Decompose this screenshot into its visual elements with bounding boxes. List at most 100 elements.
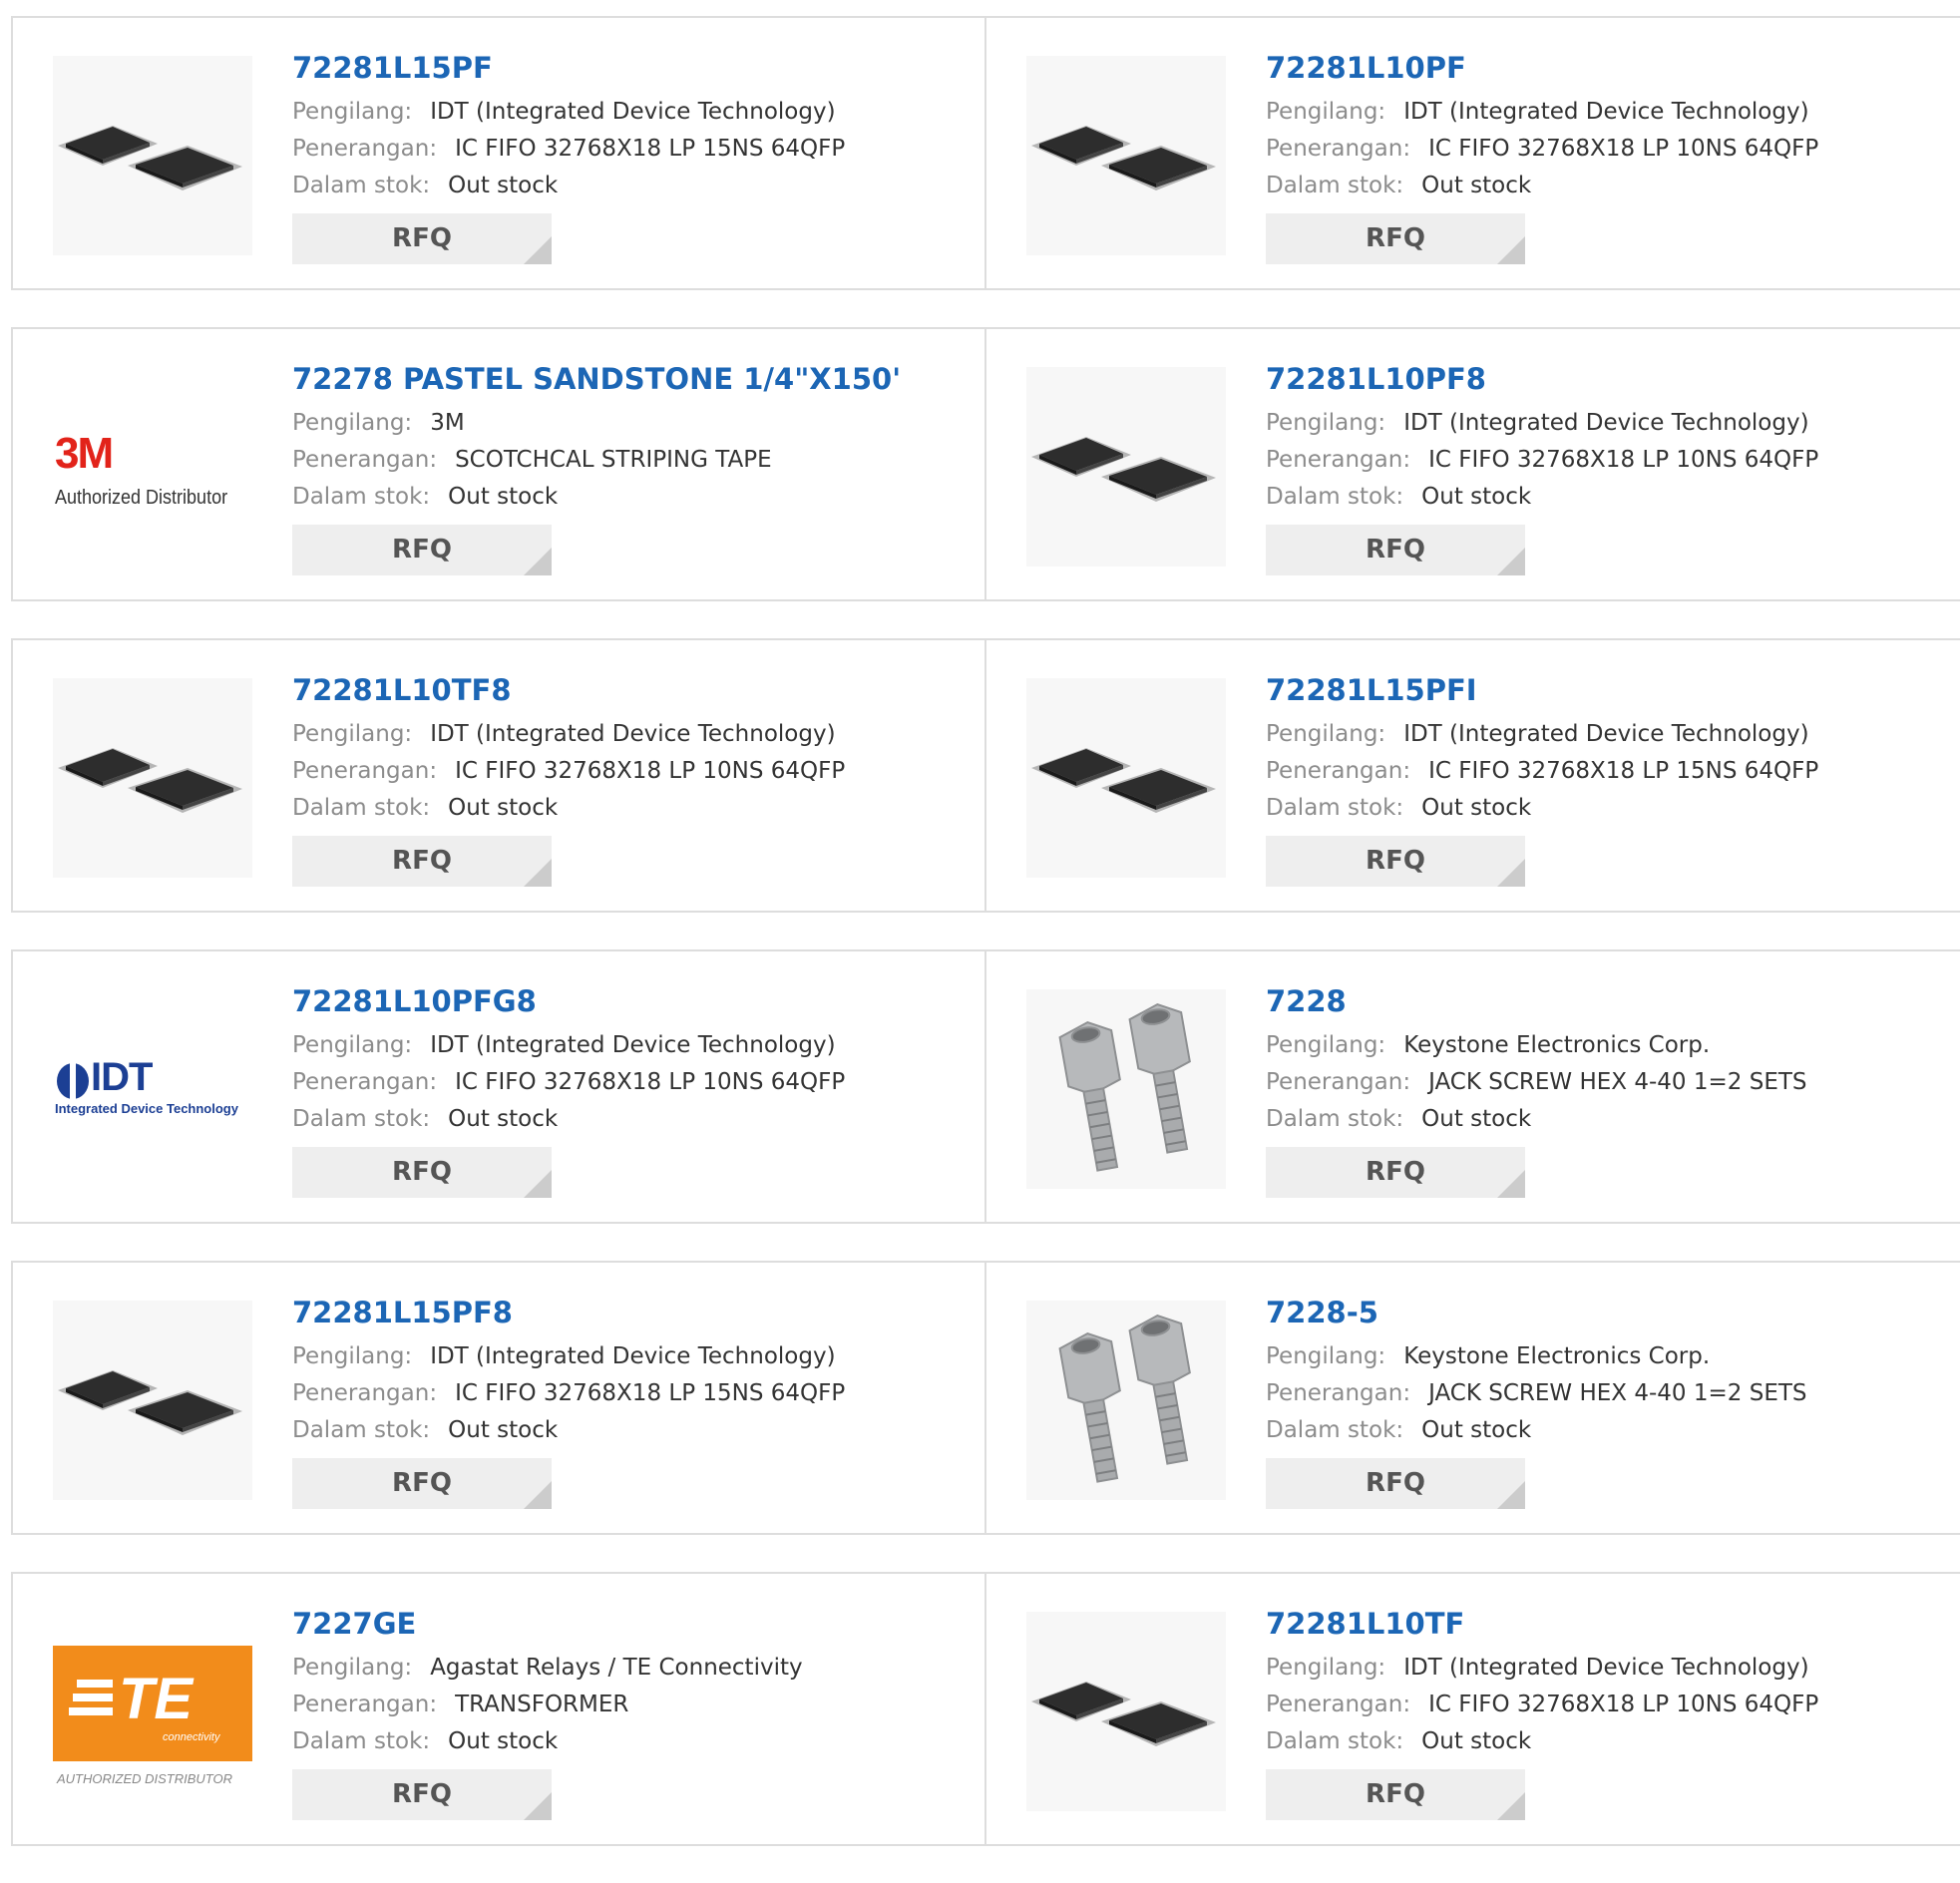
rfq-button[interactable]: RFQ <box>292 836 552 887</box>
manufacturer-value: IDT (Integrated Device Technology) <box>430 1343 836 1369</box>
stock-value: Out stock <box>448 173 559 198</box>
rfq-button[interactable]: RFQ <box>1266 1147 1525 1198</box>
stock-label: Dalam stok: <box>1266 173 1404 198</box>
stock-label: Dalam stok: <box>1266 1417 1404 1443</box>
description-field: Penerangan: TRANSFORMER <box>292 1687 803 1723</box>
manufacturer-label: Pengilang: <box>1266 410 1386 436</box>
product-card: 72281L10TF Pengilang: IDT (Integrated Devi… <box>986 1572 1960 1846</box>
rfq-label: RFQ <box>1366 1157 1425 1187</box>
idt-logo-subtitle: Integrated Device Technology <box>55 1101 238 1116</box>
chip-icon[interactable] <box>1026 56 1226 255</box>
rfq-label: RFQ <box>1366 535 1425 565</box>
stock-label: Dalam stok: <box>292 795 431 821</box>
product-title-link[interactable]: 7227GE <box>292 1604 803 1644</box>
rfq-button[interactable]: RFQ <box>292 1458 552 1509</box>
product-info: 72281L10TF Pengilang: IDT (Integrated Devi… <box>1266 1604 1818 1820</box>
manufacturer-label: Pengilang: <box>1266 1032 1386 1058</box>
stock-field: Dalam stok: Out stock <box>292 1101 845 1138</box>
product-title-link[interactable]: 72281L10PFG8 <box>292 981 845 1021</box>
manufacturer-label: Pengilang: <box>1266 1343 1386 1369</box>
chip-icon[interactable] <box>1026 1612 1226 1811</box>
rfq-button[interactable]: RFQ <box>292 213 552 264</box>
chip-icon[interactable] <box>1026 367 1226 566</box>
description-label: Penerangan: <box>1266 1692 1411 1717</box>
rfq-button[interactable]: RFQ <box>292 525 552 575</box>
product-info: 72278 PASTEL SANDSTONE 1/4"X150' Pengilan… <box>292 359 901 575</box>
stock-label: Dalam stok: <box>292 173 431 198</box>
stock-value: Out stock <box>448 1417 559 1443</box>
product-title-link[interactable]: 7228 <box>1266 981 1807 1021</box>
manufacturer-field: Pengilang: 3M <box>292 405 901 442</box>
rfq-button[interactable]: RFQ <box>1266 836 1525 887</box>
rfq-button[interactable]: RFQ <box>1266 1769 1525 1820</box>
manufacturer-field: Pengilang: IDT (Integrated Device Technol… <box>1266 1650 1818 1687</box>
stock-value: Out stock <box>1421 795 1532 821</box>
stock-label: Dalam stok: <box>292 1417 431 1443</box>
stock-field: Dalam stok: Out stock <box>1266 168 1818 204</box>
stock-label: Dalam stok: <box>292 484 431 510</box>
chip-icon[interactable] <box>53 56 252 255</box>
description-label: Penerangan: <box>1266 447 1411 473</box>
product-card: 72281L10PF Pengilang: IDT (Integrated Devi… <box>986 16 1960 290</box>
idt-logo-icon[interactable]: IDT Integrated Device Technology <box>53 989 252 1189</box>
description-label: Penerangan: <box>292 447 438 473</box>
manufacturer-label: Pengilang: <box>292 410 413 436</box>
product-title-link[interactable]: 72281L15PFI <box>1266 670 1818 710</box>
product-title-link[interactable]: 72281L15PF8 <box>292 1293 845 1332</box>
rfq-button[interactable]: RFQ <box>292 1769 552 1820</box>
product-title-link[interactable]: 72281L15PF <box>292 48 845 88</box>
te-logo-box: TE connectivity <box>53 1646 252 1761</box>
product-info: 72281L10PF8 Pengilang: IDT (Integrated Dev… <box>1266 359 1818 575</box>
3m-logo-icon[interactable]: 3M Authorized Distributor <box>53 367 252 566</box>
product-info: 72281L15PFI Pengilang: IDT (Integrated Dev… <box>1266 670 1818 887</box>
stock-field: Dalam stok: Out stock <box>292 1412 845 1449</box>
description-value: JACK SCREW HEX 4-40 1=2 SETS <box>1428 1380 1807 1406</box>
product-title-link[interactable]: 7228-5 <box>1266 1293 1807 1332</box>
chip-icon[interactable] <box>53 1301 252 1500</box>
manufacturer-label: Pengilang: <box>1266 721 1386 747</box>
description-field: Penerangan: IC FIFO 32768X18 LP 15NS 64QF… <box>292 1375 845 1412</box>
manufacturer-field: Pengilang: IDT (Integrated Device Technol… <box>292 716 845 753</box>
manufacturer-value: IDT (Integrated Device Technology) <box>430 99 836 125</box>
manufacturer-value: IDT (Integrated Device Technology) <box>1403 410 1809 436</box>
description-value: IC FIFO 32768X18 LP 10NS 64QFP <box>1428 447 1819 473</box>
product-card: IDT Integrated Device Technology 72281L10P… <box>11 949 986 1224</box>
product-info: 7227GE Pengilang: Agastat Relays / TE Conn… <box>292 1604 803 1820</box>
product-title-link[interactable]: 72281L10PF <box>1266 48 1818 88</box>
description-field: Penerangan: IC FIFO 32768X18 LP 10NS 64QF… <box>1266 442 1818 479</box>
rfq-button[interactable]: RFQ <box>1266 525 1525 575</box>
product-card: TE connectivity AUTHORIZED DISTRIBUTOR 7227… <box>11 1572 986 1846</box>
rfq-label: RFQ <box>392 535 452 565</box>
rfq-button[interactable]: RFQ <box>1266 1458 1525 1509</box>
description-label: Penerangan: <box>292 1069 438 1095</box>
product-title-link[interactable]: 72278 PASTEL SANDSTONE 1/4"X150' <box>292 359 901 399</box>
manufacturer-value: Agastat Relays / TE Connectivity <box>430 1655 803 1681</box>
chip-icon[interactable] <box>1026 678 1226 878</box>
description-value: IC FIFO 32768X18 LP 10NS 64QFP <box>1428 1692 1819 1717</box>
manufacturer-value: Keystone Electronics Corp. <box>1403 1343 1711 1369</box>
corner-triangle-icon <box>524 859 552 887</box>
stock-field: Dalam stok: Out stock <box>1266 1412 1807 1449</box>
description-label: Penerangan: <box>1266 758 1411 784</box>
stock-value: Out stock <box>1421 484 1532 510</box>
te-logo-icon[interactable]: TE connectivity AUTHORIZED DISTRIBUTOR <box>53 1612 252 1811</box>
manufacturer-field: Pengilang: IDT (Integrated Device Technol… <box>1266 94 1818 131</box>
corner-triangle-icon <box>524 236 552 264</box>
rfq-button[interactable]: RFQ <box>1266 213 1525 264</box>
product-title-link[interactable]: 72281L10PF8 <box>1266 359 1818 399</box>
stock-value: Out stock <box>1421 173 1532 198</box>
product-title-link[interactable]: 72281L10TF <box>1266 1604 1818 1644</box>
product-title-link[interactable]: 72281L10TF8 <box>292 670 845 710</box>
te-logo-footer: AUTHORIZED DISTRIBUTOR <box>57 1771 232 1786</box>
product-card: 7228-5 Pengilang: Keystone Electronics Cor… <box>986 1261 1960 1535</box>
jack-screw-icon[interactable] <box>1026 1301 1226 1500</box>
stock-field: Dalam stok: Out stock <box>1266 790 1818 827</box>
rfq-button[interactable]: RFQ <box>292 1147 552 1198</box>
jack-screw-icon[interactable] <box>1026 989 1226 1189</box>
stock-field: Dalam stok: Out stock <box>292 168 845 204</box>
stock-value: Out stock <box>448 1106 559 1132</box>
product-card: 72281L15PF8 Pengilang: IDT (Integrated Dev… <box>11 1261 986 1535</box>
product-row: 72281L15PF8 Pengilang: IDT (Integrated Dev… <box>11 1261 1960 1535</box>
3m-logo-text: 3M <box>55 429 114 478</box>
chip-icon[interactable] <box>53 678 252 878</box>
